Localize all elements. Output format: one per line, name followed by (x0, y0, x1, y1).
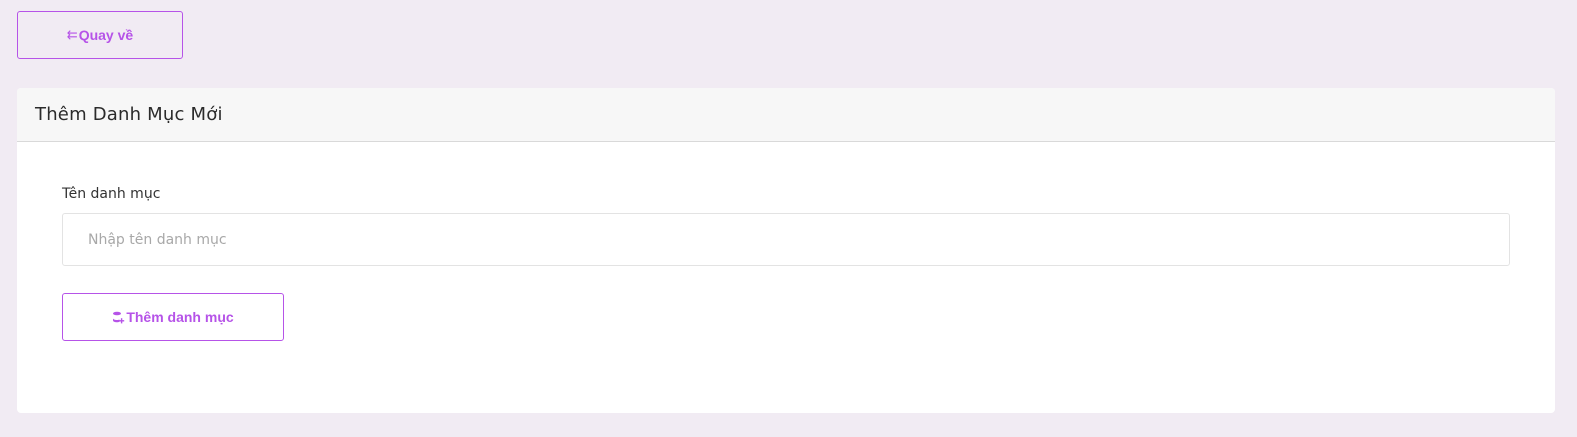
category-name-label: Tên danh mục (62, 186, 161, 202)
arrow-left-icon: ⇇ (66, 27, 78, 42)
page-title: Thêm Danh Mục Mới (35, 104, 223, 125)
back-button-label: Quay về (78, 27, 134, 43)
add-category-button-label: Thêm danh mục (126, 309, 234, 325)
database-plus-icon (112, 311, 125, 324)
add-category-button[interactable]: Thêm danh mục (62, 293, 284, 341)
card-header: Thêm Danh Mục Mới (17, 88, 1555, 142)
add-category-card: Thêm Danh Mục Mới Tên danh mục Thêm danh… (17, 88, 1555, 413)
category-name-input[interactable] (62, 213, 1510, 266)
back-button[interactable]: ⇇ Quay về (17, 11, 183, 59)
